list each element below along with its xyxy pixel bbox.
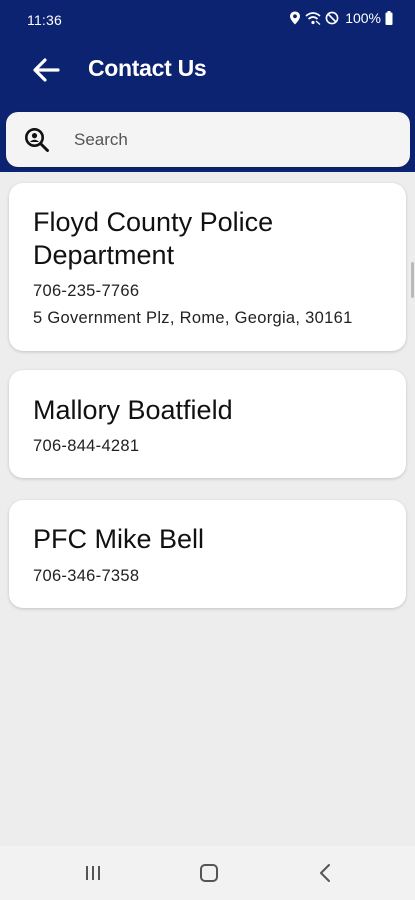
back-button[interactable] [30, 54, 62, 86]
status-icons: 100% [289, 10, 393, 26]
page-title: Contact Us [88, 55, 207, 81]
location-icon [290, 11, 301, 25]
chevron-left-icon [320, 864, 330, 882]
status-time: 11:36 [27, 12, 62, 28]
contact-phone[interactable]: 706-346-7358 [33, 567, 139, 586]
contact-phone[interactable]: 706-844-4281 [33, 437, 139, 456]
battery-icon [385, 11, 393, 25]
contact-name: Floyd County Police Department [33, 207, 274, 270]
search-input[interactable] [74, 126, 394, 154]
nav-home-button[interactable] [194, 860, 224, 886]
contact-card[interactable]: Floyd County Police Department 706-235-7… [9, 183, 406, 351]
status-bar: 11:36 100% [0, 0, 415, 40]
arrow-left-icon [33, 58, 60, 82]
contact-phone[interactable]: 706-235-7766 [33, 282, 139, 301]
search-bar[interactable] [6, 112, 410, 167]
search-person-icon [25, 128, 49, 152]
app-bar: Contact Us [0, 40, 415, 98]
do-not-disturb-icon [325, 11, 339, 25]
header: 11:36 100% Contact Us Search [0, 0, 415, 172]
contact-card[interactable]: Mallory Boatfield 706-844-4281 [9, 370, 406, 478]
contact-card[interactable]: PFC Mike Bell 706-346-7358 [9, 500, 406, 608]
contact-name: Mallory Boatfield [33, 395, 233, 425]
system-nav-bar [0, 846, 415, 900]
wifi-icon [305, 12, 321, 25]
home-icon [200, 864, 218, 882]
battery-percent: 100% [345, 10, 381, 26]
contact-address[interactable]: 5 Government Plz, Rome, Georgia, 30161 [33, 309, 353, 328]
scrollbar[interactable] [411, 262, 414, 298]
nav-recents-button[interactable] [78, 860, 108, 886]
recents-icon [86, 866, 100, 880]
nav-back-button[interactable] [310, 860, 340, 886]
contact-name: PFC Mike Bell [33, 524, 205, 554]
